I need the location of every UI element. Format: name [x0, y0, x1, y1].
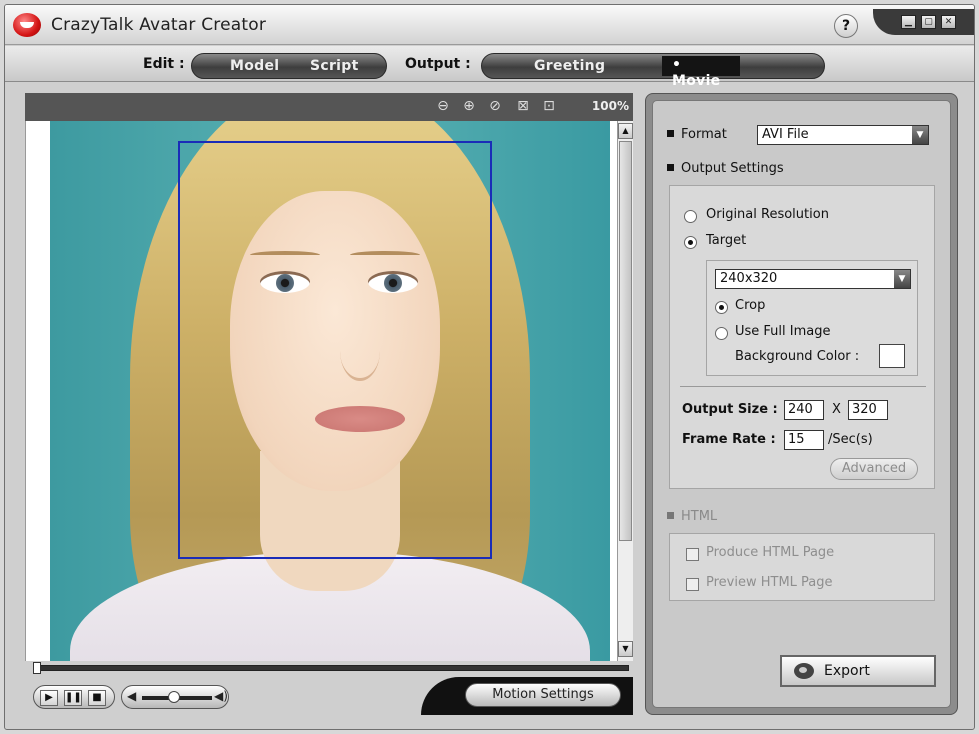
app-window: CrazyTalk Avatar Creator ? ▁ ▢ ✕ Edit : … [4, 4, 975, 730]
play-icon[interactable]: ▶ [40, 690, 58, 706]
app-title: CrazyTalk Avatar Creator [51, 15, 267, 35]
tab-model[interactable]: Model [230, 58, 279, 74]
original-resolution-radio[interactable] [684, 210, 697, 223]
close-button[interactable]: ✕ [941, 15, 956, 29]
motion-settings-button[interactable]: Motion Settings [465, 683, 621, 707]
zoom-in-icon[interactable]: ⊕ [461, 98, 477, 114]
actual-size-icon[interactable]: ⊡ [541, 98, 557, 114]
html-box: Produce HTML Page Preview HTML Page [669, 533, 935, 601]
preview-html-checkbox[interactable] [686, 578, 699, 591]
timeline-slider[interactable] [33, 662, 633, 674]
playback-bar: ▶ ❚❚ ■ ◀ ◀) Motion Settings [25, 677, 633, 715]
output-settings-label: Output Settings [667, 161, 784, 176]
viewport-scrollbar[interactable]: ▲ ▼ [617, 121, 633, 661]
target-options-box: 240x320 ▼ Crop Use Full Image Background… [706, 260, 918, 376]
avatar-photo [50, 121, 610, 661]
timeline-knob[interactable] [33, 662, 41, 674]
html-label: HTML [667, 509, 717, 524]
target-size-select[interactable]: 240x320 ▼ [715, 269, 911, 289]
advanced-button[interactable]: Advanced [830, 458, 918, 480]
active-bullet-icon: • [672, 57, 682, 73]
frame-rate-unit: /Sec(s) [828, 432, 873, 447]
original-resolution-label: Original Resolution [706, 207, 829, 222]
export-label: Export [824, 663, 870, 679]
window-controls: ▁ ▢ ✕ [873, 9, 974, 35]
title-bar: CrazyTalk Avatar Creator ? ▁ ▢ ✕ [5, 5, 974, 45]
output-height-input[interactable]: 320 [848, 400, 888, 420]
use-full-image-radio[interactable] [715, 327, 728, 340]
format-value: AVI File [762, 127, 809, 142]
output-label: Output : [405, 56, 471, 72]
output-panel: Format AVI File ▼ Output Settings Origin… [645, 93, 958, 715]
minimize-button[interactable]: ▁ [901, 15, 916, 29]
fit-icon[interactable]: ⊠ [515, 98, 531, 114]
volume-control: ◀ ◀) [121, 685, 229, 709]
volume-knob[interactable] [168, 691, 180, 703]
scroll-thumb[interactable] [619, 141, 632, 541]
frame-rate-label: Frame Rate : [682, 432, 776, 447]
output-width-input[interactable]: 240 [784, 400, 824, 420]
scroll-down-icon[interactable]: ▼ [618, 641, 633, 657]
target-size-value: 240x320 [720, 271, 778, 286]
produce-html-checkbox[interactable] [686, 548, 699, 561]
format-label: Format [667, 127, 727, 142]
motion-area: Motion Settings [421, 677, 633, 715]
produce-html-label: Produce HTML Page [706, 545, 835, 560]
output-tabs: Greeting • Movie [481, 53, 825, 89]
reset-icon[interactable]: ⊘ [487, 98, 503, 114]
tab-movie[interactable]: • Movie [662, 56, 740, 89]
chevron-down-icon: ▼ [912, 126, 928, 144]
volume-low-icon: ◀ [127, 689, 137, 703]
crazytalk-logo-icon [13, 13, 41, 37]
zoom-level: 100% [591, 99, 629, 113]
preview-viewport[interactable] [25, 121, 633, 661]
zoom-out-icon[interactable]: ⊖ [435, 98, 451, 114]
output-panel-inner: Format AVI File ▼ Output Settings Origin… [652, 100, 951, 708]
maximize-button[interactable]: ▢ [921, 15, 936, 29]
size-separator: X [832, 402, 841, 417]
background-color-label: Background Color : [735, 349, 860, 364]
tab-script[interactable]: Script [310, 58, 359, 74]
settings-divider [680, 386, 926, 387]
edit-label: Edit : [143, 56, 185, 72]
stop-icon[interactable]: ■ [88, 690, 106, 706]
preview-html-label: Preview HTML Page [706, 575, 833, 590]
target-radio[interactable] [684, 236, 697, 249]
playback-controls: ▶ ❚❚ ■ [33, 685, 115, 709]
scroll-up-icon[interactable]: ▲ [618, 123, 633, 139]
format-select[interactable]: AVI File ▼ [757, 125, 929, 145]
timeline-track [37, 665, 629, 671]
target-label: Target [706, 233, 747, 248]
export-button[interactable]: Export [780, 655, 936, 687]
chevron-down-icon: ▼ [894, 270, 910, 288]
crop-label: Crop [735, 298, 766, 313]
help-button[interactable]: ? [834, 14, 858, 38]
volume-high-icon: ◀) [214, 689, 228, 703]
edit-tabs: Model Script [191, 53, 387, 79]
export-icon [794, 663, 814, 679]
crop-radio[interactable] [715, 301, 728, 314]
viewer-toolbar: ⊖ ⊕ ⊘ ⊠ ⊡ 100% [25, 93, 633, 121]
use-full-image-label: Use Full Image [735, 324, 831, 339]
frame-rate-input[interactable]: 15 [784, 430, 824, 450]
output-size-label: Output Size : [682, 402, 778, 417]
pause-icon[interactable]: ❚❚ [64, 690, 82, 706]
output-settings-box: Original Resolution Target 240x320 ▼ Cro… [669, 185, 935, 489]
tab-movie-label: Movie [672, 73, 721, 89]
background-color-swatch[interactable] [879, 344, 905, 368]
tab-greeting[interactable]: Greeting [534, 58, 605, 74]
mode-bar: Edit : Model Script Output : Greeting • … [5, 46, 974, 89]
face-crop-box[interactable] [178, 141, 492, 559]
